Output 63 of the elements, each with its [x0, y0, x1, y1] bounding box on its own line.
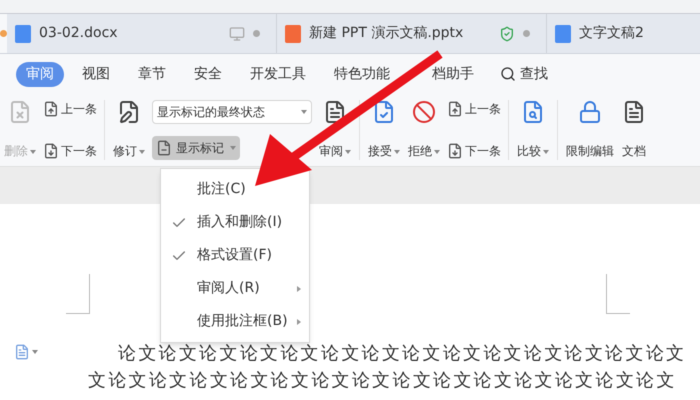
ribbon-button[interactable]: 比较	[513, 100, 553, 160]
document-icon	[323, 100, 347, 124]
body-text: 文论文论文论文论文论文论文论文论文论文论文论文论文论文论文	[88, 369, 677, 393]
document-file-icon	[555, 24, 571, 42]
document-file-icon	[15, 24, 31, 42]
document-lines-icon	[156, 140, 172, 156]
submenu-arrow-icon	[297, 318, 301, 324]
tab-label: 文字文稿2	[579, 24, 644, 43]
margin-corner-mark	[66, 274, 90, 314]
ribbon-button[interactable]: 文档	[618, 100, 650, 160]
document-up-icon	[447, 101, 463, 117]
caret-icon	[345, 150, 351, 154]
caret-icon	[230, 146, 236, 150]
ribbon-button[interactable]: 拒绝	[404, 100, 444, 160]
display-mode-dropdown[interactable]: 显示标记的最终状态	[152, 100, 312, 124]
ribbon-button[interactable]: 审阅	[315, 100, 355, 160]
ribbon-button[interactable]: 修订	[109, 100, 149, 160]
ribbon-button[interactable]: 下一条	[447, 142, 501, 160]
shield-icon	[499, 26, 515, 42]
caret-icon	[394, 150, 400, 154]
document-down-icon	[447, 143, 463, 159]
lock-icon	[578, 100, 602, 124]
search-icon	[500, 66, 516, 82]
ribbon-tab[interactable]: 特色功能	[324, 62, 400, 86]
body-text: 论文论文论文论文论文论文论文论文论文论文论文论文论文论文	[118, 342, 686, 366]
document-icon[interactable]	[14, 344, 30, 360]
presentation-file-icon	[285, 24, 301, 42]
tab-label: 03-02.docx	[39, 24, 118, 43]
menu-item[interactable]: 使用批注框(B)	[161, 305, 309, 338]
monitor-icon	[229, 26, 245, 42]
ribbon-tab[interactable]: 档助手	[408, 62, 484, 86]
menu-item[interactable]: 格式设置(F)	[161, 239, 309, 272]
caret-icon	[139, 150, 145, 154]
document-check-icon	[372, 100, 396, 124]
menu-item[interactable]: 审阅人(R)	[161, 272, 309, 305]
margin-corner-mark	[606, 274, 630, 314]
caret-icon	[301, 110, 307, 114]
document-x-icon	[8, 100, 32, 124]
ribbon-tab[interactable]: 章节	[128, 62, 176, 86]
ribbon-tab[interactable]: 视图	[72, 62, 120, 86]
menu-item[interactable]: 插入和删除(I)	[161, 206, 309, 239]
ribbon-button[interactable]: 下一条	[43, 142, 97, 160]
caret-icon	[30, 150, 36, 154]
ribbon-tab[interactable]: 开发工具	[240, 62, 316, 86]
menu-item[interactable]: 批注(C)	[161, 173, 309, 206]
caret-icon	[32, 350, 38, 354]
ribbon-button[interactable]: 限制编辑	[562, 100, 618, 160]
ribbon-button[interactable]: 上一条	[43, 100, 97, 118]
document-magnifier-icon	[521, 100, 545, 124]
tab-label: 新建 PPT 演示文稿.pptx	[309, 24, 464, 43]
submenu-arrow-icon	[297, 286, 301, 292]
no-entry-icon	[412, 100, 436, 124]
document-icon	[622, 100, 646, 124]
document-down-icon	[43, 143, 59, 159]
show-markup-button[interactable]: 显示标记	[152, 136, 240, 160]
document-up-icon	[43, 101, 59, 117]
ribbon-tab[interactable]: 安全	[184, 62, 232, 86]
document-pen-icon	[117, 100, 141, 124]
search-button[interactable]: 查找	[492, 64, 556, 84]
caret-icon	[434, 150, 440, 154]
caret-icon	[543, 150, 549, 154]
ribbon-button[interactable]: 上一条	[447, 100, 501, 118]
ribbon-button[interactable]: 接受	[364, 100, 404, 160]
